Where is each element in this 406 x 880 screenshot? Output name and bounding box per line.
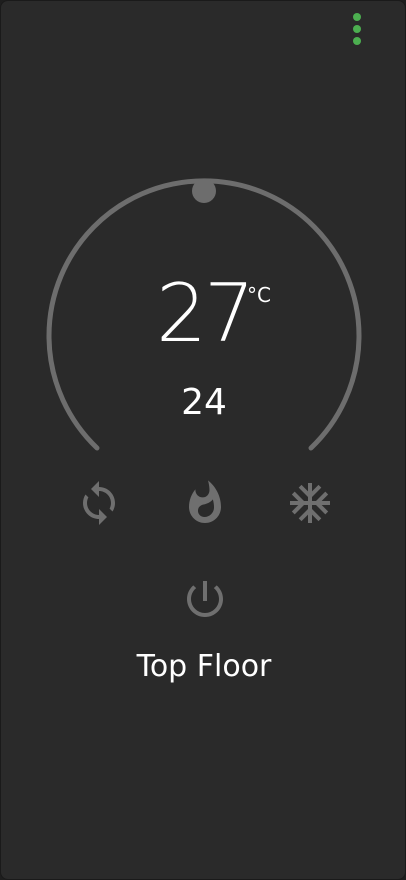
snowflake-icon (290, 483, 330, 523)
dial-handle[interactable] (192, 179, 216, 203)
sync-icon (83, 481, 115, 525)
thermostat-name: Top Floor (136, 649, 272, 684)
cool-mode-button[interactable] (286, 479, 334, 527)
current-temperature: 27 (156, 267, 255, 360)
thermostat-card: 27 °C 24 Top Floor (0, 0, 406, 880)
auto-mode-button[interactable] (75, 479, 123, 527)
power-button[interactable] (181, 575, 229, 623)
power-icon (187, 581, 223, 617)
target-temperature: 24 (181, 382, 227, 423)
fire-icon (189, 480, 221, 523)
heat-mode-button[interactable] (181, 479, 229, 527)
temperature-unit: °C (247, 283, 271, 307)
